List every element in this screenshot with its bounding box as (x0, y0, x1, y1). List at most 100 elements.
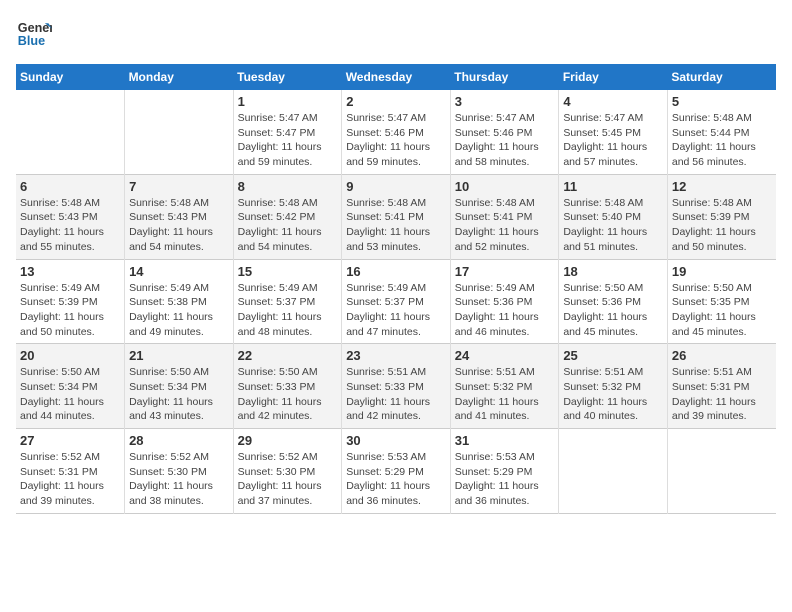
calendar-week-4: 20 Sunrise: 5:50 AMSunset: 5:34 PMDayligh… (16, 344, 776, 429)
calendar-week-2: 6 Sunrise: 5:48 AMSunset: 5:43 PMDaylight… (16, 174, 776, 259)
calendar-cell: 21 Sunrise: 5:50 AMSunset: 5:34 PMDayligh… (125, 344, 234, 429)
day-info: Sunrise: 5:51 AMSunset: 5:32 PMDaylight:… (455, 365, 555, 424)
day-number: 14 (129, 264, 229, 279)
calendar-cell: 3 Sunrise: 5:47 AMSunset: 5:46 PMDaylight… (450, 90, 559, 174)
calendar-cell: 25 Sunrise: 5:51 AMSunset: 5:32 PMDayligh… (559, 344, 668, 429)
day-info: Sunrise: 5:51 AMSunset: 5:31 PMDaylight:… (672, 365, 772, 424)
day-info: Sunrise: 5:50 AMSunset: 5:33 PMDaylight:… (238, 365, 338, 424)
calendar-cell: 8 Sunrise: 5:48 AMSunset: 5:42 PMDaylight… (233, 174, 342, 259)
calendar-cell: 22Sunrise: 5:50 AMSunset: 5:33 PMDayligh… (233, 344, 342, 429)
day-number: 1 (238, 94, 338, 109)
calendar-cell: 1 Sunrise: 5:47 AMSunset: 5:47 PMDaylight… (233, 90, 342, 174)
day-info: Sunrise: 5:49 AMSunset: 5:37 PMDaylight:… (346, 281, 446, 340)
calendar-cell: 11 Sunrise: 5:48 AMSunset: 5:40 PMDayligh… (559, 174, 668, 259)
day-info: Sunrise: 5:52 AMSunset: 5:30 PMDaylight:… (129, 450, 229, 509)
page-header: General Blue (16, 16, 776, 52)
day-number: 9 (346, 179, 446, 194)
day-number: 11 (563, 179, 663, 194)
day-number: 25 (563, 348, 663, 363)
calendar-week-5: 27 Sunrise: 5:52 AMSunset: 5:31 PMDayligh… (16, 429, 776, 514)
day-number: 27 (20, 433, 120, 448)
weekday-header-tuesday: Tuesday (233, 64, 342, 90)
day-number: 6 (20, 179, 120, 194)
day-info: Sunrise: 5:49 AMSunset: 5:37 PMDaylight:… (238, 281, 338, 340)
calendar-week-3: 13 Sunrise: 5:49 AMSunset: 5:39 PMDayligh… (16, 259, 776, 344)
day-info: Sunrise: 5:48 AMSunset: 5:39 PMDaylight:… (672, 196, 772, 255)
day-info: Sunrise: 5:51 AMSunset: 5:33 PMDaylight:… (346, 365, 446, 424)
day-number: 17 (455, 264, 555, 279)
day-number: 7 (129, 179, 229, 194)
weekday-header-thursday: Thursday (450, 64, 559, 90)
calendar-cell: 31 Sunrise: 5:53 AMSunset: 5:29 PMDayligh… (450, 429, 559, 514)
day-number: 19 (672, 264, 772, 279)
calendar-table: SundayMondayTuesdayWednesdayThursdayFrid… (16, 64, 776, 514)
day-number: 2 (346, 94, 446, 109)
day-info: Sunrise: 5:47 AMSunset: 5:45 PMDaylight:… (563, 111, 663, 170)
day-info: Sunrise: 5:48 AMSunset: 5:43 PMDaylight:… (20, 196, 120, 255)
day-number: 18 (563, 264, 663, 279)
day-info: Sunrise: 5:48 AMSunset: 5:41 PMDaylight:… (346, 196, 446, 255)
day-number: 30 (346, 433, 446, 448)
weekday-header-saturday: Saturday (667, 64, 776, 90)
day-info: Sunrise: 5:48 AMSunset: 5:40 PMDaylight:… (563, 196, 663, 255)
day-number: 12 (672, 179, 772, 194)
calendar-cell: 4Sunrise: 5:47 AMSunset: 5:45 PMDaylight… (559, 90, 668, 174)
calendar-cell: 24 Sunrise: 5:51 AMSunset: 5:32 PMDayligh… (450, 344, 559, 429)
svg-text:Blue: Blue (18, 34, 45, 48)
day-number: 16 (346, 264, 446, 279)
calendar-cell (559, 429, 668, 514)
day-number: 21 (129, 348, 229, 363)
calendar-cell: 18 Sunrise: 5:50 AMSunset: 5:36 PMDayligh… (559, 259, 668, 344)
calendar-cell: 2 Sunrise: 5:47 AMSunset: 5:46 PMDaylight… (342, 90, 451, 174)
calendar-cell: 9 Sunrise: 5:48 AMSunset: 5:41 PMDaylight… (342, 174, 451, 259)
day-info: Sunrise: 5:49 AMSunset: 5:38 PMDaylight:… (129, 281, 229, 340)
calendar-cell: 14 Sunrise: 5:49 AMSunset: 5:38 PMDayligh… (125, 259, 234, 344)
day-info: Sunrise: 5:52 AMSunset: 5:30 PMDaylight:… (238, 450, 338, 509)
day-info: Sunrise: 5:47 AMSunset: 5:46 PMDaylight:… (346, 111, 446, 170)
day-number: 26 (672, 348, 772, 363)
calendar-cell: 17 Sunrise: 5:49 AMSunset: 5:36 PMDayligh… (450, 259, 559, 344)
day-info: Sunrise: 5:51 AMSunset: 5:32 PMDaylight:… (563, 365, 663, 424)
day-number: 29 (238, 433, 338, 448)
day-info: Sunrise: 5:50 AMSunset: 5:35 PMDaylight:… (672, 281, 772, 340)
calendar-cell: 6 Sunrise: 5:48 AMSunset: 5:43 PMDaylight… (16, 174, 125, 259)
weekday-header-wednesday: Wednesday (342, 64, 451, 90)
calendar-cell: 20 Sunrise: 5:50 AMSunset: 5:34 PMDayligh… (16, 344, 125, 429)
calendar-cell: 26 Sunrise: 5:51 AMSunset: 5:31 PMDayligh… (667, 344, 776, 429)
calendar-cell: 16 Sunrise: 5:49 AMSunset: 5:37 PMDayligh… (342, 259, 451, 344)
calendar-cell: 12 Sunrise: 5:48 AMSunset: 5:39 PMDayligh… (667, 174, 776, 259)
calendar-cell (125, 90, 234, 174)
logo-icon: General Blue (16, 16, 52, 52)
day-info: Sunrise: 5:48 AMSunset: 5:42 PMDaylight:… (238, 196, 338, 255)
day-number: 10 (455, 179, 555, 194)
day-number: 13 (20, 264, 120, 279)
day-number: 8 (238, 179, 338, 194)
day-info: Sunrise: 5:47 AMSunset: 5:46 PMDaylight:… (455, 111, 555, 170)
calendar-cell: 7 Sunrise: 5:48 AMSunset: 5:43 PMDaylight… (125, 174, 234, 259)
day-number: 31 (455, 433, 555, 448)
day-info: Sunrise: 5:53 AMSunset: 5:29 PMDaylight:… (346, 450, 446, 509)
weekday-header-monday: Monday (125, 64, 234, 90)
day-number: 20 (20, 348, 120, 363)
day-number: 24 (455, 348, 555, 363)
calendar-cell: 23 Sunrise: 5:51 AMSunset: 5:33 PMDayligh… (342, 344, 451, 429)
day-info: Sunrise: 5:48 AMSunset: 5:43 PMDaylight:… (129, 196, 229, 255)
day-info: Sunrise: 5:50 AMSunset: 5:36 PMDaylight:… (563, 281, 663, 340)
day-info: Sunrise: 5:48 AMSunset: 5:44 PMDaylight:… (672, 111, 772, 170)
calendar-cell (16, 90, 125, 174)
day-number: 3 (455, 94, 555, 109)
calendar-cell: 30 Sunrise: 5:53 AMSunset: 5:29 PMDayligh… (342, 429, 451, 514)
day-info: Sunrise: 5:49 AMSunset: 5:36 PMDaylight:… (455, 281, 555, 340)
calendar-cell: 13 Sunrise: 5:49 AMSunset: 5:39 PMDayligh… (16, 259, 125, 344)
calendar-week-1: 1 Sunrise: 5:47 AMSunset: 5:47 PMDaylight… (16, 90, 776, 174)
day-info: Sunrise: 5:50 AMSunset: 5:34 PMDaylight:… (20, 365, 120, 424)
calendar-cell: 15Sunrise: 5:49 AMSunset: 5:37 PMDayligh… (233, 259, 342, 344)
day-info: Sunrise: 5:50 AMSunset: 5:34 PMDaylight:… (129, 365, 229, 424)
day-info: Sunrise: 5:47 AMSunset: 5:47 PMDaylight:… (238, 111, 338, 170)
day-info: Sunrise: 5:49 AMSunset: 5:39 PMDaylight:… (20, 281, 120, 340)
day-info: Sunrise: 5:52 AMSunset: 5:31 PMDaylight:… (20, 450, 120, 509)
day-number: 23 (346, 348, 446, 363)
calendar-cell: 10Sunrise: 5:48 AMSunset: 5:41 PMDayligh… (450, 174, 559, 259)
weekday-header-sunday: Sunday (16, 64, 125, 90)
day-info: Sunrise: 5:53 AMSunset: 5:29 PMDaylight:… (455, 450, 555, 509)
